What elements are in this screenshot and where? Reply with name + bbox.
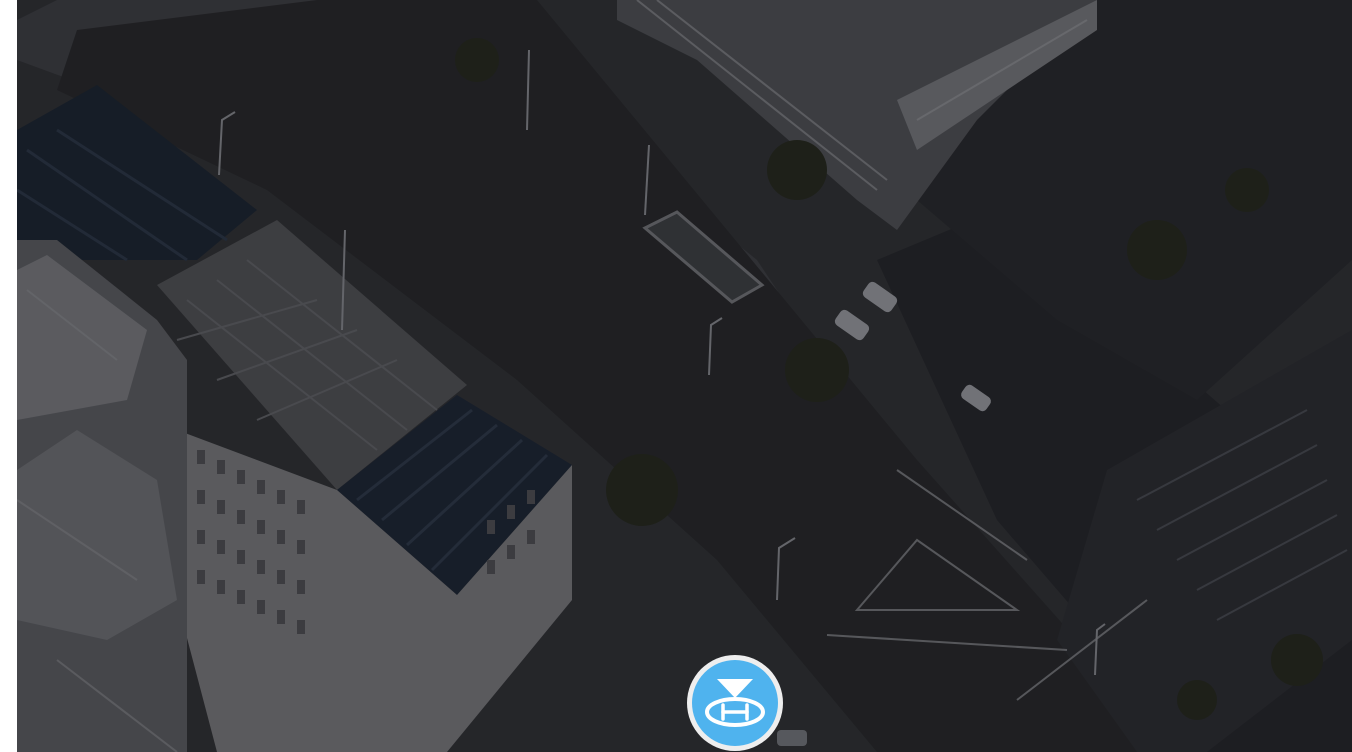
aerial-camera-feed	[17, 0, 1352, 752]
drone-landing-helipad-icon	[687, 655, 783, 751]
landing-button[interactable]	[685, 654, 785, 752]
drone-camera-screen	[0, 0, 1352, 752]
